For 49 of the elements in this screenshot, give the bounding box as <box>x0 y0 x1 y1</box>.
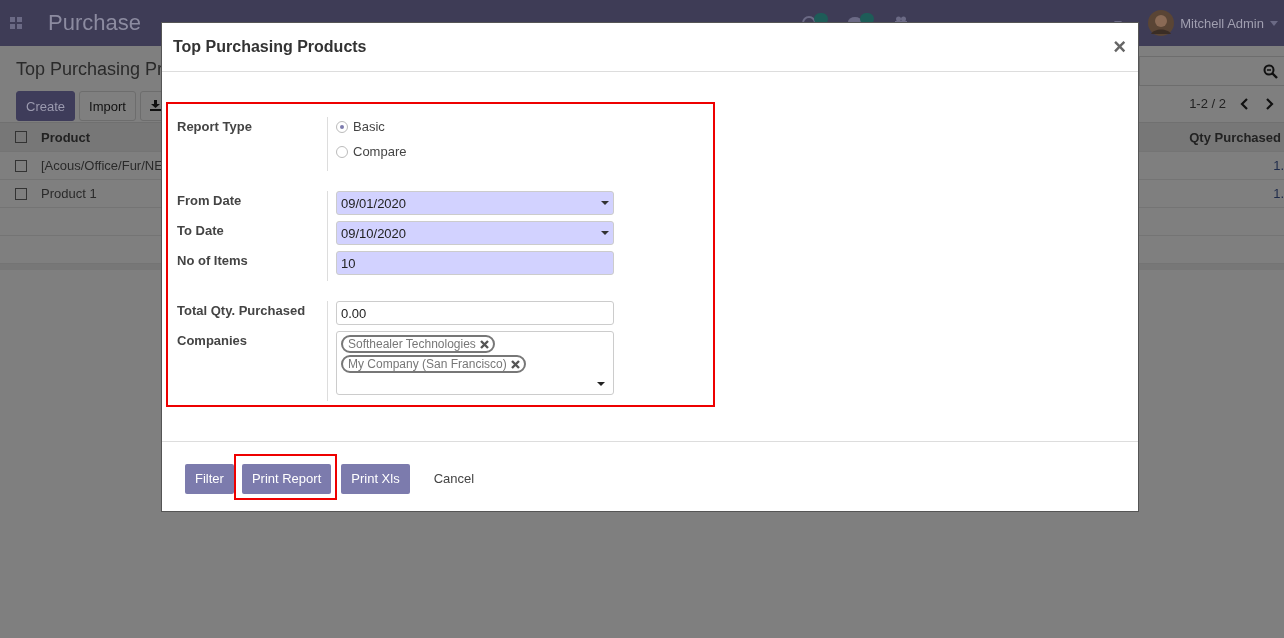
toolbar-button[interactable]: Import <box>79 91 136 121</box>
input-field[interactable]: 0.00 <box>336 301 614 325</box>
field-label: Companies <box>177 332 248 350</box>
date-field[interactable]: 09/01/2020 <box>336 191 614 215</box>
field-label: No of Items <box>177 252 248 270</box>
field-label: To Date <box>177 222 224 240</box>
previous-icon[interactable] <box>1240 97 1250 110</box>
dialog-button[interactable]: Print Report <box>241 463 332 494</box>
dialog-button[interactable]: Filter <box>185 463 234 494</box>
field-label: Total Qty. Purchased <box>177 302 306 320</box>
remove-icon[interactable] <box>479 339 489 349</box>
dialog-title: Top Purchasing Products <box>173 38 367 56</box>
table-cell: [Acous/Office/Fur/NE <box>41 158 163 173</box>
input-field[interactable]: 10 <box>336 251 614 275</box>
avatar-icon[interactable] <box>1148 10 1175 36</box>
close-button[interactable]: × <box>1113 36 1126 58</box>
app-name: Purchase <box>48 10 141 36</box>
search-icon <box>1263 63 1278 79</box>
field-label: Report Type <box>177 118 252 136</box>
tags-field[interactable]: Softhealer Technologies My Company (San Francisco) <box>336 331 614 395</box>
table-cell: Product 1 <box>41 186 97 201</box>
table-cell: 1. <box>1273 158 1284 173</box>
caret-icon <box>597 382 605 386</box>
search-field[interactable] <box>1139 56 1284 86</box>
remove-icon[interactable] <box>510 359 520 369</box>
dialog-button[interactable]: Print Xls <box>341 463 410 494</box>
column-header[interactable]: Qty Purchased <box>1189 129 1284 145</box>
next-icon[interactable] <box>1264 97 1274 110</box>
radio-label[interactable]: Basic <box>353 119 385 134</box>
checkbox[interactable] <box>15 159 27 172</box>
toolbar-button[interactable]: Create <box>16 91 76 121</box>
caret-icon <box>601 231 609 235</box>
user-name[interactable]: Mitchell Admin <box>1180 15 1264 31</box>
tag: My Company (San Francisco) <box>341 355 526 373</box>
table-cell: 1. <box>1273 186 1284 201</box>
field-label: From Date <box>177 192 242 210</box>
caret-icon <box>601 201 609 205</box>
tag: Softhealer Technologies <box>341 335 495 353</box>
apps-grid-icon[interactable] <box>10 17 22 29</box>
download-icon <box>150 99 162 111</box>
date-field[interactable]: 09/10/2020 <box>336 221 614 245</box>
checkbox[interactable] <box>15 131 27 143</box>
cancel-link[interactable]: Cancel <box>419 463 489 494</box>
caret-icon <box>1270 20 1278 26</box>
pager-value: 1-2 / 2 <box>1189 96 1226 111</box>
checkbox[interactable] <box>15 187 27 200</box>
column-header[interactable]: Product <box>41 129 91 145</box>
radio-label[interactable]: Compare <box>353 144 407 159</box>
breadcrumb-title: Top Purchasing Pr <box>16 59 165 80</box>
